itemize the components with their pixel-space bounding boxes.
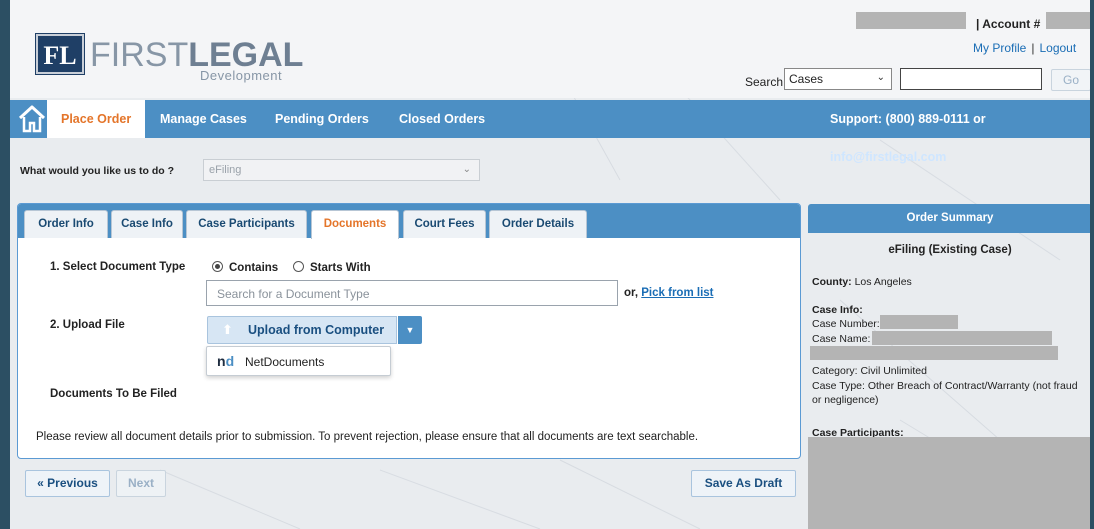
chevron-down-icon: ⌄ [876, 72, 885, 83]
pick-from-list-link[interactable]: Pick from list [641, 287, 713, 299]
radio-unselected-icon [293, 261, 304, 272]
tab-case-info[interactable]: Case Info [111, 210, 183, 238]
radio-contains-label: Contains [229, 262, 279, 274]
go-button[interactable]: Go [1051, 69, 1091, 91]
radio-starts-with[interactable]: Starts With [293, 261, 371, 274]
county-line: County: Los Angeles [812, 275, 912, 289]
search-scope-value: Cases [789, 72, 824, 86]
support-phone: Support: (800) 889-0111 or [830, 112, 986, 126]
logo-subtitle: Development [200, 68, 283, 83]
radio-selected-icon [212, 261, 223, 272]
netdocuments-option[interactable]: NetDocuments [245, 355, 324, 369]
upload-options-dropdown-toggle[interactable]: ▼ [398, 316, 422, 344]
tab-court-fees[interactable]: Court Fees [403, 210, 486, 238]
tab-order-details[interactable]: Order Details [489, 210, 587, 238]
save-as-draft-button[interactable]: Save As Draft [691, 470, 796, 497]
site-header: FL FIRSTLEGAL Development | Account # My… [10, 0, 1091, 98]
nav-pending-orders[interactable]: Pending Orders [275, 100, 369, 138]
logout-link[interactable]: Logout [1039, 41, 1076, 55]
link-separator: | [1031, 41, 1035, 55]
order-type-label: What would you like us to do ? [20, 165, 174, 177]
pick-from-list-row: or, Pick from list [624, 287, 713, 299]
redacted-case-name-line1 [872, 331, 1052, 345]
redacted-username [856, 12, 966, 29]
radio-contains[interactable]: Contains [212, 261, 278, 274]
order-type-select[interactable]: eFiling ⌄ [203, 159, 480, 181]
tab-case-participants[interactable]: Case Participants [186, 210, 307, 238]
text-searchable-notice: Please review all document details prior… [36, 431, 699, 443]
search-label: Search: [745, 75, 787, 89]
tab-order-info[interactable]: Order Info [24, 210, 108, 238]
logo-first-text: FIRST [90, 36, 189, 74]
left-border [0, 0, 10, 529]
chevron-down-icon: ⌄ [462, 164, 471, 175]
documents-to-be-filed-label: Documents To Be Filed [50, 388, 177, 400]
upload-button-label: Upload from Computer [248, 323, 385, 337]
county-value: Los Angeles [851, 276, 912, 288]
search-input[interactable] [900, 68, 1042, 90]
order-summary-subtitle: eFiling (Existing Case) [888, 244, 1012, 256]
account-label: | Account # [976, 17, 1041, 31]
home-icon[interactable] [18, 104, 46, 134]
upload-icon: ⬆ [222, 322, 233, 337]
redacted-account-number [1046, 12, 1090, 29]
county-label: County: [812, 276, 852, 288]
my-profile-link[interactable]: My Profile [973, 41, 1026, 55]
or-text: or, [624, 287, 642, 299]
next-button[interactable]: Next [116, 470, 166, 497]
nav-closed-orders[interactable]: Closed Orders [399, 100, 485, 138]
case-type-line: Case Type: Other Breach of Contract/Warr… [812, 380, 1078, 406]
nd-logo-d: d [225, 353, 235, 369]
upload-from-computer-button[interactable]: ⬆ Upload from Computer [207, 316, 397, 344]
support-info: Support: (800) 889-0111 or info@firstleg… [830, 100, 1094, 176]
redacted-case-participants [808, 437, 1092, 529]
order-summary-header: Order Summary [808, 204, 1092, 233]
case-number-label: Case Number: [812, 318, 880, 330]
redacted-case-number [880, 315, 958, 329]
upload-source-dropdown: nd NetDocuments [206, 346, 391, 376]
search-scope-select[interactable]: Cases ⌄ [784, 68, 892, 90]
document-type-search-input[interactable]: Search for a Document Type [206, 280, 618, 306]
profile-links: My Profile | Logout [973, 41, 1076, 55]
radio-starts-with-label: Starts With [310, 262, 371, 274]
redacted-case-name-line2 [810, 346, 1058, 360]
order-form-panel: Order Info Case Info Case Participants D… [17, 203, 801, 459]
nav-manage-cases[interactable]: Manage Cases [160, 100, 247, 138]
order-type-value: eFiling [209, 164, 242, 176]
nav-place-order[interactable]: Place Order [47, 100, 146, 138]
previous-button[interactable]: « Previous [25, 470, 110, 497]
nd-logo-n: n [217, 353, 226, 369]
category-line: Category: Civil Unlimited [812, 365, 927, 377]
case-info-label: Case Info: [812, 304, 863, 316]
upload-file-label: 2. Upload File [50, 319, 125, 331]
support-email-link[interactable]: info@firstlegal.com [830, 150, 946, 164]
select-document-type-label: 1. Select Document Type [50, 261, 186, 273]
netdocuments-logo-icon: nd [217, 353, 234, 369]
main-nav: Place Order Manage Cases Pending Orders … [10, 100, 1094, 164]
tab-documents[interactable]: Documents [311, 210, 399, 239]
logo-mark: FL [35, 33, 85, 75]
case-name-label: Case Name: [812, 333, 871, 345]
case-info-heading: Case Info: [812, 303, 863, 317]
tab-strip: Order Info Case Info Case Participants D… [18, 204, 800, 239]
right-border [1090, 0, 1094, 529]
